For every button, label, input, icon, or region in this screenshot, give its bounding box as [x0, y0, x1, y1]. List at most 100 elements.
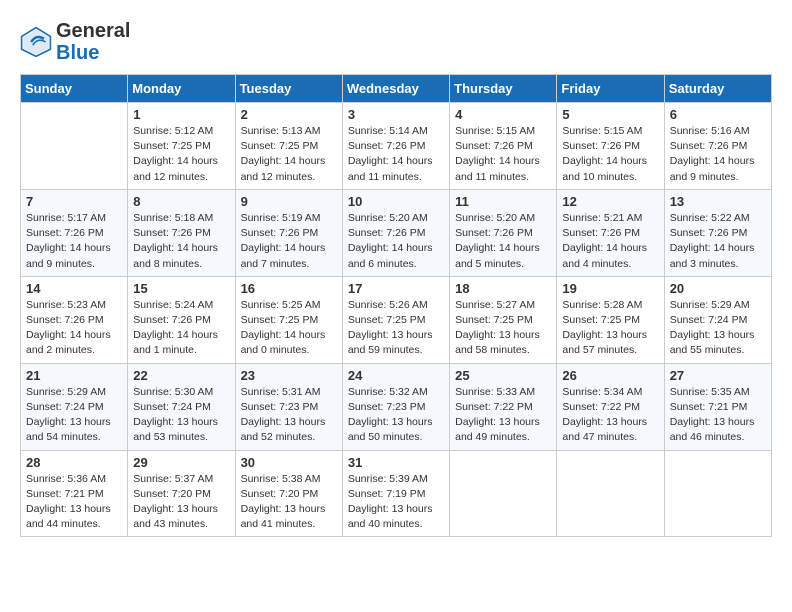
day-info: Sunrise: 5:32 AMSunset: 7:23 PMDaylight:…	[348, 385, 444, 446]
day-info: Sunrise: 5:24 AMSunset: 7:26 PMDaylight:…	[133, 298, 229, 359]
day-number: 18	[455, 281, 551, 296]
day-number: 10	[348, 194, 444, 209]
day-cell: 16 Sunrise: 5:25 AMSunset: 7:25 PMDayligh…	[235, 276, 342, 363]
day-info: Sunrise: 5:39 AMSunset: 7:19 PMDaylight:…	[348, 472, 444, 533]
header-cell-friday: Friday	[557, 75, 664, 103]
day-info: Sunrise: 5:30 AMSunset: 7:24 PMDaylight:…	[133, 385, 229, 446]
day-info: Sunrise: 5:35 AMSunset: 7:21 PMDaylight:…	[670, 385, 766, 446]
day-cell: 22 Sunrise: 5:30 AMSunset: 7:24 PMDayligh…	[128, 363, 235, 450]
day-cell: 29 Sunrise: 5:37 AMSunset: 7:20 PMDayligh…	[128, 450, 235, 537]
day-info: Sunrise: 5:36 AMSunset: 7:21 PMDaylight:…	[26, 472, 122, 533]
day-info: Sunrise: 5:17 AMSunset: 7:26 PMDaylight:…	[26, 211, 122, 272]
day-info: Sunrise: 5:16 AMSunset: 7:26 PMDaylight:…	[670, 124, 766, 185]
day-cell: 8 Sunrise: 5:18 AMSunset: 7:26 PMDaylight…	[128, 189, 235, 276]
day-cell: 26Sunrise: 5:34 AMSunset: 7:22 PMDayligh…	[557, 363, 664, 450]
day-number: 14	[26, 281, 122, 296]
day-number: 8	[133, 194, 229, 209]
day-info: Sunrise: 5:38 AMSunset: 7:20 PMDaylight:…	[241, 472, 337, 533]
day-info: Sunrise: 5:13 AMSunset: 7:25 PMDaylight:…	[241, 124, 337, 185]
day-number: 3	[348, 107, 444, 122]
day-cell: 21 Sunrise: 5:29 AMSunset: 7:24 PMDayligh…	[21, 363, 128, 450]
day-number: 27	[670, 368, 766, 383]
day-number: 29	[133, 455, 229, 470]
header-cell-tuesday: Tuesday	[235, 75, 342, 103]
day-cell: 6 Sunrise: 5:16 AMSunset: 7:26 PMDaylight…	[664, 103, 771, 190]
day-number: 30	[241, 455, 337, 470]
day-cell	[664, 450, 771, 537]
week-row: 21 Sunrise: 5:29 AMSunset: 7:24 PMDayligh…	[21, 363, 772, 450]
day-cell: 3 Sunrise: 5:14 AMSunset: 7:26 PMDaylight…	[342, 103, 449, 190]
week-row: 7 Sunrise: 5:17 AMSunset: 7:26 PMDaylight…	[21, 189, 772, 276]
header-cell-sunday: Sunday	[21, 75, 128, 103]
day-number: 9	[241, 194, 337, 209]
day-number: 31	[348, 455, 444, 470]
day-cell: 15Sunrise: 5:24 AMSunset: 7:26 PMDayligh…	[128, 276, 235, 363]
day-cell: 12 Sunrise: 5:21 AMSunset: 7:26 PMDayligh…	[557, 189, 664, 276]
day-info: Sunrise: 5:22 AMSunset: 7:26 PMDaylight:…	[670, 211, 766, 272]
logo: General Blue	[20, 20, 130, 64]
day-cell: 18 Sunrise: 5:27 AMSunset: 7:25 PMDayligh…	[450, 276, 557, 363]
week-row: 14 Sunrise: 5:23 AMSunset: 7:26 PMDayligh…	[21, 276, 772, 363]
day-cell	[557, 450, 664, 537]
day-number: 13	[670, 194, 766, 209]
day-cell: 4 Sunrise: 5:15 AMSunset: 7:26 PMDaylight…	[450, 103, 557, 190]
day-cell	[21, 103, 128, 190]
day-info: Sunrise: 5:15 AMSunset: 7:26 PMDaylight:…	[455, 124, 551, 185]
day-cell: 14 Sunrise: 5:23 AMSunset: 7:26 PMDayligh…	[21, 276, 128, 363]
day-info: Sunrise: 5:15 AMSunset: 7:26 PMDaylight:…	[562, 124, 658, 185]
week-row: 1Sunrise: 5:12 AMSunset: 7:25 PMDaylight…	[21, 103, 772, 190]
day-info: Sunrise: 5:23 AMSunset: 7:26 PMDaylight:…	[26, 298, 122, 359]
day-number: 24	[348, 368, 444, 383]
day-number: 17	[348, 281, 444, 296]
header-cell-wednesday: Wednesday	[342, 75, 449, 103]
header-row: SundayMondayTuesdayWednesdayThursdayFrid…	[21, 75, 772, 103]
day-cell: 31 Sunrise: 5:39 AMSunset: 7:19 PMDayligh…	[342, 450, 449, 537]
day-info: Sunrise: 5:19 AMSunset: 7:26 PMDaylight:…	[241, 211, 337, 272]
day-number: 7	[26, 194, 122, 209]
day-cell: 1Sunrise: 5:12 AMSunset: 7:25 PMDaylight…	[128, 103, 235, 190]
logo-icon	[20, 26, 52, 58]
day-info: Sunrise: 5:20 AMSunset: 7:26 PMDaylight:…	[348, 211, 444, 272]
week-row: 28 Sunrise: 5:36 AMSunset: 7:21 PMDayligh…	[21, 450, 772, 537]
day-info: Sunrise: 5:14 AMSunset: 7:26 PMDaylight:…	[348, 124, 444, 185]
day-info: Sunrise: 5:26 AMSunset: 7:25 PMDaylight:…	[348, 298, 444, 359]
day-number: 19	[562, 281, 658, 296]
day-cell: 25Sunrise: 5:33 AMSunset: 7:22 PMDayligh…	[450, 363, 557, 450]
day-info: Sunrise: 5:37 AMSunset: 7:20 PMDaylight:…	[133, 472, 229, 533]
day-number: 26	[562, 368, 658, 383]
day-cell: 30 Sunrise: 5:38 AMSunset: 7:20 PMDayligh…	[235, 450, 342, 537]
header-cell-thursday: Thursday	[450, 75, 557, 103]
day-cell: 5Sunrise: 5:15 AMSunset: 7:26 PMDaylight…	[557, 103, 664, 190]
day-cell: 27 Sunrise: 5:35 AMSunset: 7:21 PMDayligh…	[664, 363, 771, 450]
day-number: 23	[241, 368, 337, 383]
day-cell: 2 Sunrise: 5:13 AMSunset: 7:25 PMDaylight…	[235, 103, 342, 190]
day-cell: 20Sunrise: 5:29 AMSunset: 7:24 PMDayligh…	[664, 276, 771, 363]
day-number: 12	[562, 194, 658, 209]
logo-text: General Blue	[56, 20, 130, 64]
day-number: 25	[455, 368, 551, 383]
day-info: Sunrise: 5:18 AMSunset: 7:26 PMDaylight:…	[133, 211, 229, 272]
day-info: Sunrise: 5:12 AMSunset: 7:25 PMDaylight:…	[133, 124, 229, 185]
day-info: Sunrise: 5:21 AMSunset: 7:26 PMDaylight:…	[562, 211, 658, 272]
day-info: Sunrise: 5:29 AMSunset: 7:24 PMDaylight:…	[670, 298, 766, 359]
day-cell: 10 Sunrise: 5:20 AMSunset: 7:26 PMDayligh…	[342, 189, 449, 276]
day-number: 2	[241, 107, 337, 122]
day-info: Sunrise: 5:29 AMSunset: 7:24 PMDaylight:…	[26, 385, 122, 446]
day-number: 16	[241, 281, 337, 296]
day-info: Sunrise: 5:25 AMSunset: 7:25 PMDaylight:…	[241, 298, 337, 359]
day-number: 4	[455, 107, 551, 122]
calendar-table: SundayMondayTuesdayWednesdayThursdayFrid…	[20, 74, 772, 537]
day-cell: 13 Sunrise: 5:22 AMSunset: 7:26 PMDayligh…	[664, 189, 771, 276]
day-number: 22	[133, 368, 229, 383]
day-cell: 9 Sunrise: 5:19 AMSunset: 7:26 PMDaylight…	[235, 189, 342, 276]
day-number: 28	[26, 455, 122, 470]
day-cell: 23Sunrise: 5:31 AMSunset: 7:23 PMDayligh…	[235, 363, 342, 450]
day-info: Sunrise: 5:27 AMSunset: 7:25 PMDaylight:…	[455, 298, 551, 359]
day-info: Sunrise: 5:28 AMSunset: 7:25 PMDaylight:…	[562, 298, 658, 359]
day-cell: 19 Sunrise: 5:28 AMSunset: 7:25 PMDayligh…	[557, 276, 664, 363]
day-number: 6	[670, 107, 766, 122]
header-cell-saturday: Saturday	[664, 75, 771, 103]
day-number: 11	[455, 194, 551, 209]
day-number: 21	[26, 368, 122, 383]
header-cell-monday: Monday	[128, 75, 235, 103]
